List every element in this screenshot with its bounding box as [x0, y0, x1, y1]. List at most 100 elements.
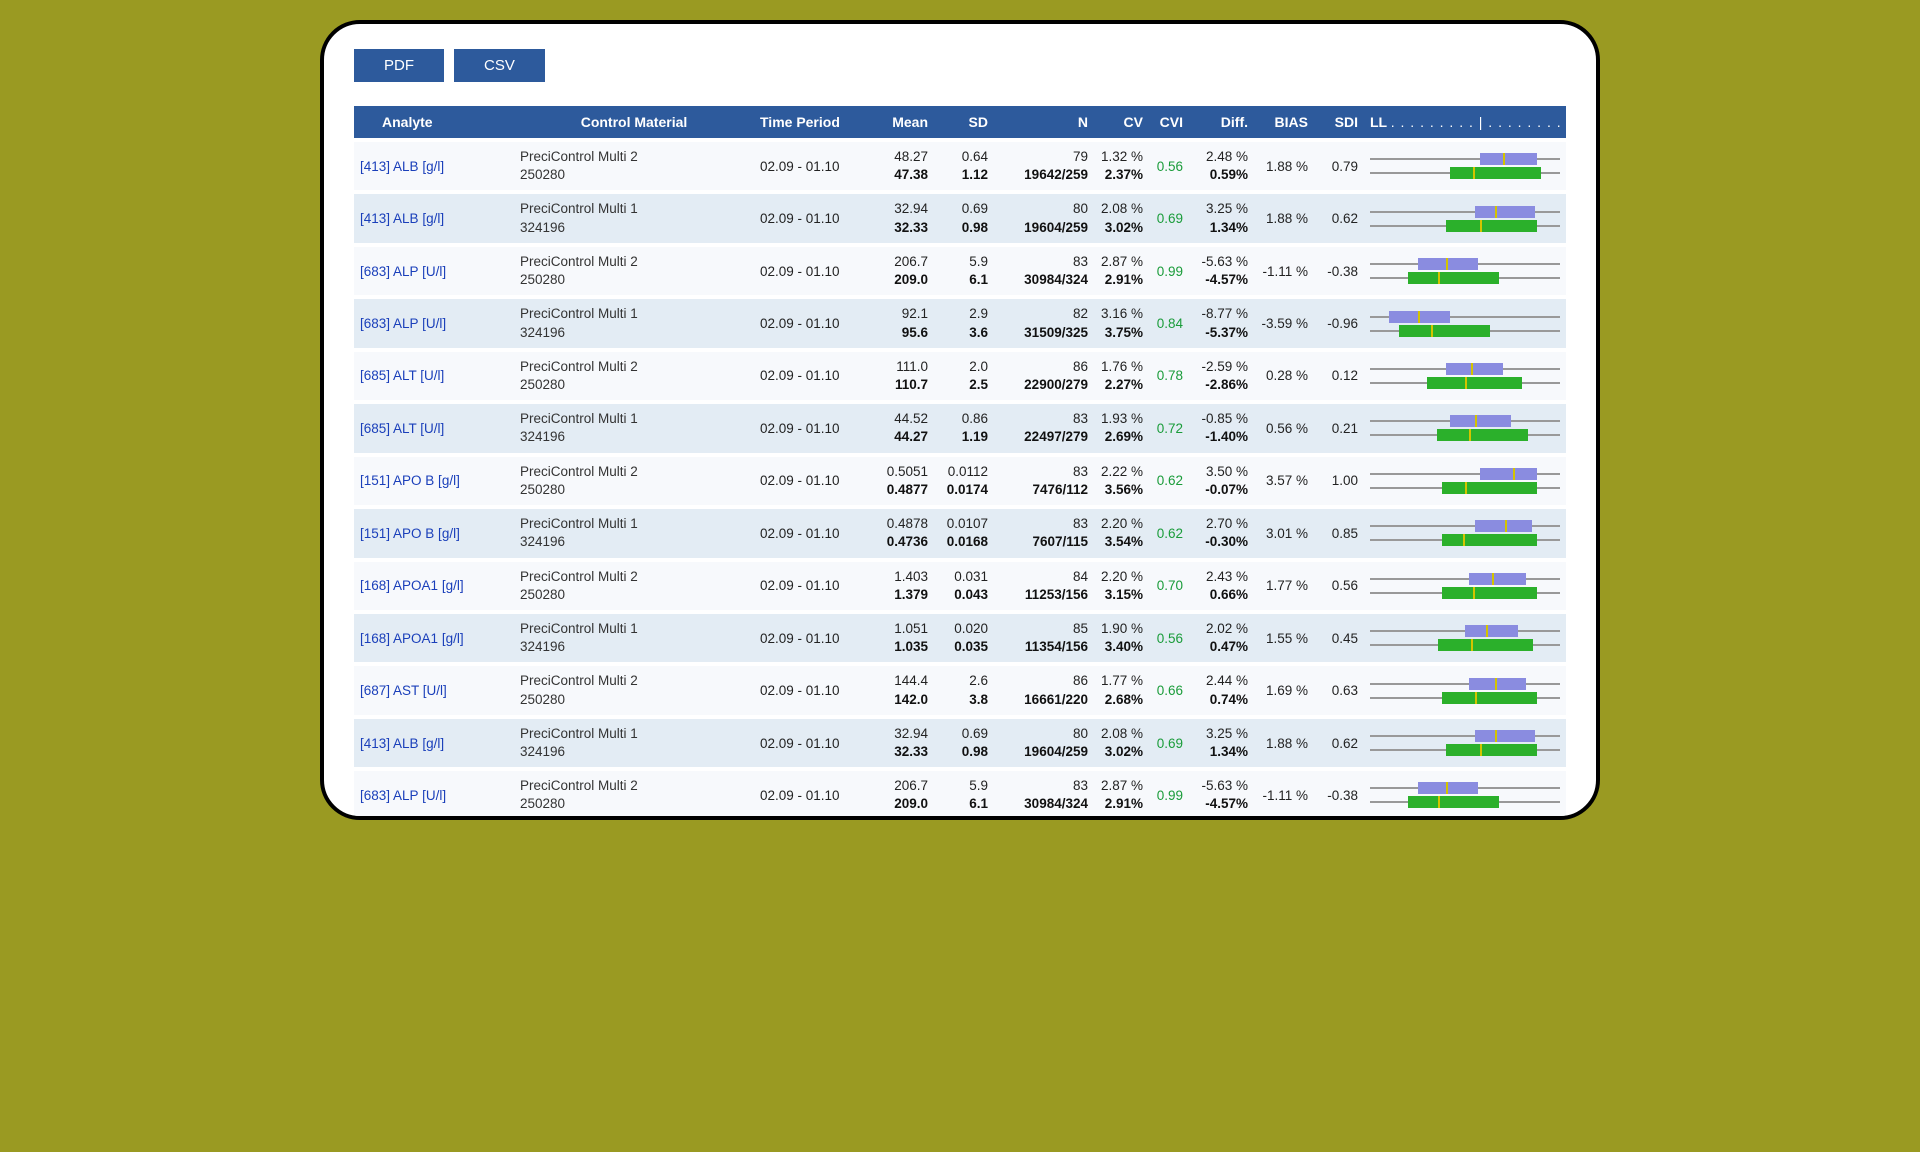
sdi-cell: 0.21 [1314, 404, 1364, 452]
col-sd[interactable]: SD [934, 106, 994, 138]
col-time[interactable]: Time Period [754, 106, 874, 138]
cvi-cell: 0.56 [1149, 614, 1189, 662]
time-cell: 02.09 - 01.10 [754, 509, 874, 557]
col-mean[interactable]: Mean [874, 106, 934, 138]
sdi-cell: 0.56 [1314, 562, 1364, 610]
n-cell: 84 11253/156 [994, 562, 1094, 610]
time-cell: 02.09 - 01.10 [754, 299, 874, 347]
range-chart-peer [1370, 482, 1560, 494]
range-chart-cell [1364, 666, 1566, 714]
col-material[interactable]: Control Material [514, 106, 754, 138]
analyte-cell[interactable]: [413] ALB [g/l] [354, 194, 514, 242]
col-cvi[interactable]: CVI [1149, 106, 1189, 138]
col-cv[interactable]: CV [1094, 106, 1149, 138]
mean-cell: 206.7 209.0 [874, 247, 934, 295]
material-cell: PreciControl Multi 2 250280 [514, 142, 754, 190]
bias-cell: -1.11 % [1254, 771, 1314, 816]
sd-cell: 0.031 0.043 [934, 562, 994, 610]
range-chart-cell [1364, 194, 1566, 242]
n-cell: 85 11354/156 [994, 614, 1094, 662]
analyte-cell[interactable]: [687] AST [U/l] [354, 666, 514, 714]
table-row: [168] APOA1 [g/l] PreciControl Multi 1 3… [354, 614, 1566, 662]
range-chart-cell [1364, 404, 1566, 452]
range-chart-peer [1370, 534, 1560, 546]
material-cell: PreciControl Multi 1 324196 [514, 509, 754, 557]
table-row: [413] ALB [g/l] PreciControl Multi 1 324… [354, 719, 1566, 767]
range-chart-local [1370, 625, 1560, 637]
sd-cell: 5.9 6.1 [934, 771, 994, 816]
range-chart-cell [1364, 457, 1566, 505]
table-row: [413] ALB [g/l] PreciControl Multi 1 324… [354, 194, 1566, 242]
diff-cell: -5.63 % -4.57% [1189, 771, 1254, 816]
cv-cell: 2.08 % 3.02% [1094, 719, 1149, 767]
cvi-cell: 0.66 [1149, 666, 1189, 714]
analyte-cell[interactable]: [683] ALP [U/l] [354, 247, 514, 295]
table-row: [687] AST [U/l] PreciControl Multi 2 250… [354, 666, 1566, 714]
material-cell: PreciControl Multi 2 250280 [514, 247, 754, 295]
cvi-cell: 0.69 [1149, 194, 1189, 242]
sd-cell: 0.0112 0.0174 [934, 457, 994, 505]
n-cell: 80 19604/259 [994, 719, 1094, 767]
col-sdi[interactable]: SDI [1314, 106, 1364, 138]
range-chart-peer [1370, 639, 1560, 651]
diff-cell: 2.70 % -0.30% [1189, 509, 1254, 557]
col-bias[interactable]: BIAS [1254, 106, 1314, 138]
col-diff[interactable]: Diff. [1189, 106, 1254, 138]
sdi-cell: -0.38 [1314, 247, 1364, 295]
bias-cell: -1.11 % [1254, 247, 1314, 295]
cv-cell: 2.87 % 2.91% [1094, 247, 1149, 295]
mean-cell: 32.94 32.33 [874, 194, 934, 242]
analyte-cell[interactable]: [168] APOA1 [g/l] [354, 562, 514, 610]
toolbar: PDF CSV [354, 39, 1566, 102]
analyte-cell[interactable]: [168] APOA1 [g/l] [354, 614, 514, 662]
mean-cell: 32.94 32.33 [874, 719, 934, 767]
sd-cell: 2.6 3.8 [934, 666, 994, 714]
diff-cell: 3.25 % 1.34% [1189, 194, 1254, 242]
sdi-cell: 0.62 [1314, 194, 1364, 242]
range-chart-cell [1364, 352, 1566, 400]
analyte-cell[interactable]: [151] APO B [g/l] [354, 457, 514, 505]
mean-cell: 1.403 1.379 [874, 562, 934, 610]
csv-button[interactable]: CSV [454, 49, 545, 82]
range-chart-local [1370, 573, 1560, 585]
table-row: [685] ALT [U/l] PreciControl Multi 2 250… [354, 352, 1566, 400]
n-cell: 83 30984/324 [994, 247, 1094, 295]
sd-cell: 0.0107 0.0168 [934, 509, 994, 557]
analyte-cell[interactable]: [413] ALB [g/l] [354, 142, 514, 190]
range-chart-local [1370, 363, 1560, 375]
analyte-cell[interactable]: [683] ALP [U/l] [354, 299, 514, 347]
range-chart-peer [1370, 587, 1560, 599]
mean-cell: 44.52 44.27 [874, 404, 934, 452]
range-chart-cell [1364, 247, 1566, 295]
diff-cell: -2.59 % -2.86% [1189, 352, 1254, 400]
range-chart-cell [1364, 771, 1566, 816]
cvi-cell: 0.78 [1149, 352, 1189, 400]
analyte-cell[interactable]: [151] APO B [g/l] [354, 509, 514, 557]
range-chart-peer [1370, 167, 1560, 179]
analyte-cell[interactable]: [413] ALB [g/l] [354, 719, 514, 767]
analyte-cell[interactable]: [683] ALP [U/l] [354, 771, 514, 816]
analyte-cell[interactable]: [685] ALT [U/l] [354, 404, 514, 452]
range-chart-local [1370, 678, 1560, 690]
pdf-button[interactable]: PDF [354, 49, 444, 82]
cvi-cell: 0.56 [1149, 142, 1189, 190]
range-chart-local [1370, 520, 1560, 532]
mean-cell: 0.5051 0.4877 [874, 457, 934, 505]
n-cell: 86 16661/220 [994, 666, 1094, 714]
material-cell: PreciControl Multi 2 250280 [514, 352, 754, 400]
bias-cell: 1.55 % [1254, 614, 1314, 662]
analyte-cell[interactable]: [685] ALT [U/l] [354, 352, 514, 400]
col-n[interactable]: N [994, 106, 1094, 138]
mean-cell: 111.0 110.7 [874, 352, 934, 400]
table-row: [168] APOA1 [g/l] PreciControl Multi 2 2… [354, 562, 1566, 610]
sd-cell: 0.64 1.12 [934, 142, 994, 190]
range-chart-cell [1364, 614, 1566, 662]
cv-cell: 2.20 % 3.15% [1094, 562, 1149, 610]
range-chart-local [1370, 468, 1560, 480]
n-cell: 80 19604/259 [994, 194, 1094, 242]
sdi-cell: 1.00 [1314, 457, 1364, 505]
cvi-cell: 0.72 [1149, 404, 1189, 452]
cvi-cell: 0.62 [1149, 457, 1189, 505]
time-cell: 02.09 - 01.10 [754, 352, 874, 400]
col-analyte[interactable]: Analyte [354, 106, 514, 138]
